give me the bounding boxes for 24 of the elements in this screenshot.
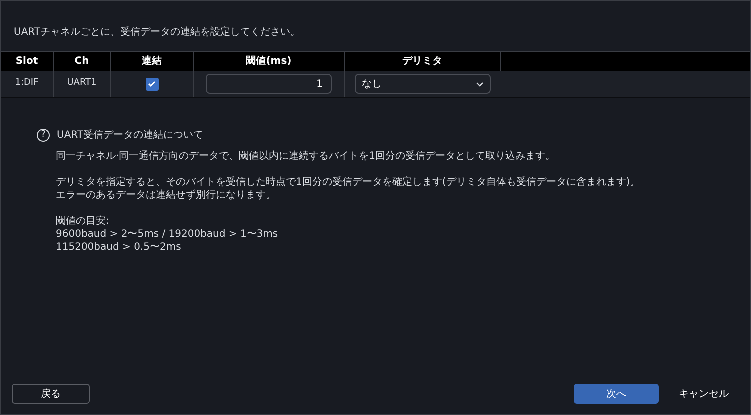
column-header: 閾値(ms) (246, 54, 292, 69)
column-header: Ch (74, 55, 90, 69)
delimiter-dropdown[interactable]: なし (355, 74, 491, 94)
table-cell-text: UART1 (67, 77, 97, 90)
column-header: デリミタ (402, 55, 442, 69)
check-icon (148, 81, 156, 87)
info-text: 同一チャネル·同一通信方向のデータで、閾値以内に連続するバイトを1回分の受信データとして取り込みます。 (56, 150, 557, 163)
table-cell-text: 1:DIF (15, 77, 39, 90)
column-header: Slot (16, 55, 38, 69)
chevron-down-icon (476, 82, 484, 86)
checkbox[interactable] (146, 78, 158, 90)
next-button[interactable]: 次へ (574, 384, 659, 404)
info-text: 閾値の目安: (56, 215, 110, 228)
info-text: エラーのあるデータは連結せず別行になります。 (56, 189, 277, 202)
info-text: デリミタを指定すると、そのバイトを受信した時点で1回分の受信データを確定します(デリミタ自体も受信データに含まれます)。 (56, 176, 642, 189)
cancel-button[interactable]: キャンセル (675, 384, 733, 404)
column-header: 連結 (142, 54, 162, 69)
back-button[interactable]: 戻る (12, 384, 90, 404)
help-icon: ? (37, 129, 50, 142)
info-text: 115200baud > 0.5〜2ms (56, 241, 182, 254)
info-text: 9600baud > 2〜5ms / 19200baud > 1〜3ms (56, 228, 280, 241)
info-title: UART受信データの連結について (57, 128, 204, 143)
instruction-text: UARTチャネルごとに、受信データの連結を設定してください。 (14, 26, 300, 40)
threshold-field[interactable]: 1 (206, 74, 332, 94)
